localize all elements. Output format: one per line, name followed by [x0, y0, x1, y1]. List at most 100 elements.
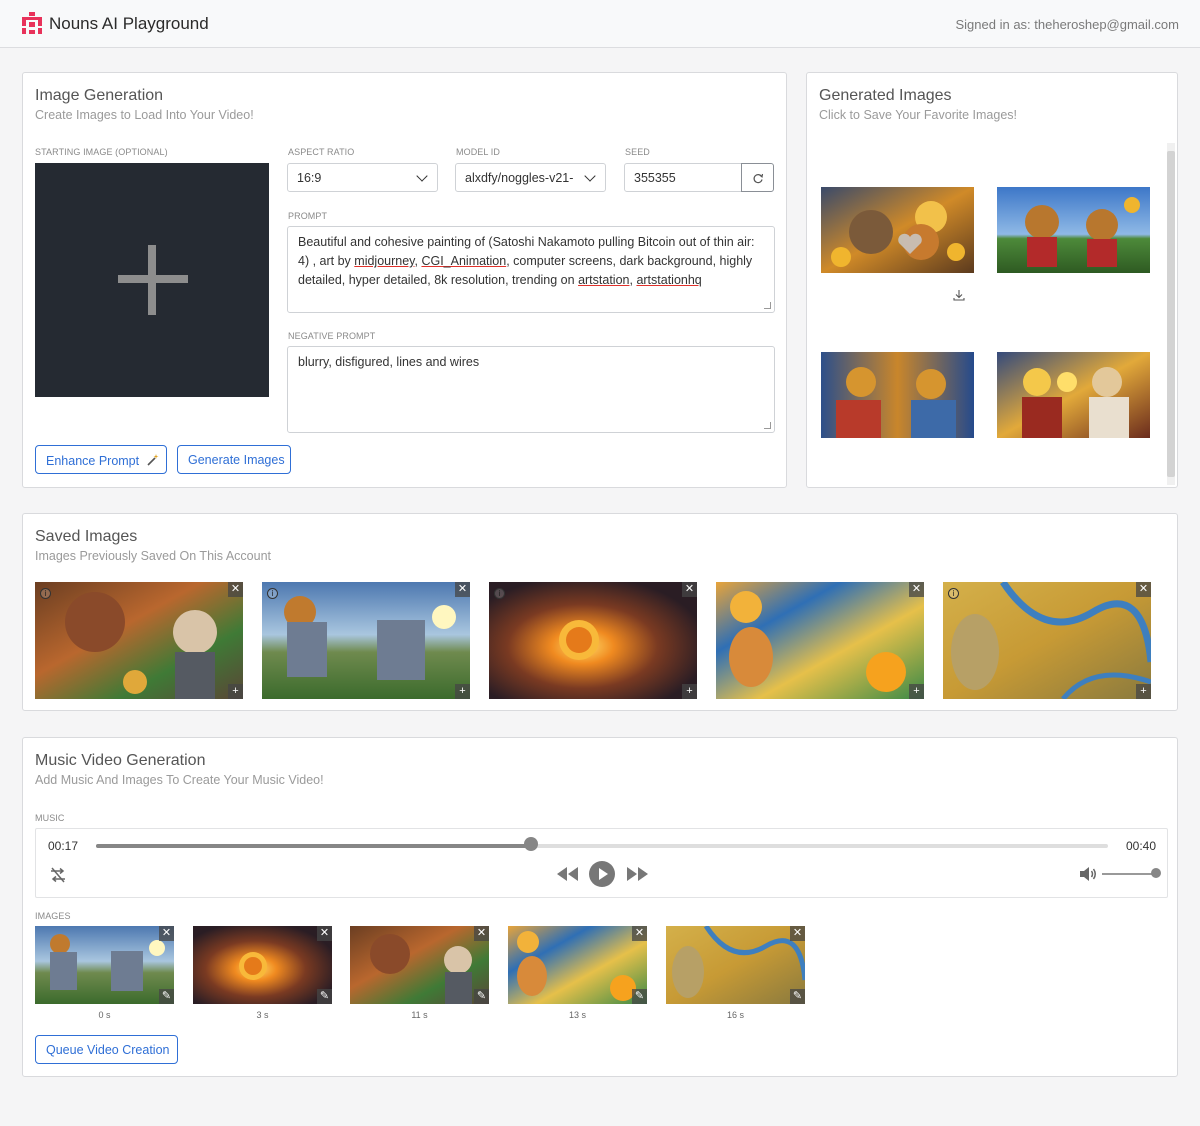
volume-track[interactable] — [1102, 873, 1158, 875]
info-icon[interactable]: i — [40, 588, 51, 599]
saved-image[interactable]: i ✕ + — [489, 582, 697, 699]
refresh-seed-button[interactable] — [741, 163, 774, 192]
saved-image[interactable]: i ✕ + — [262, 582, 470, 699]
video-image-art — [193, 926, 332, 1004]
video-image[interactable]: ✕ ✎ — [35, 926, 174, 1004]
generated-image-art — [821, 187, 974, 273]
close-icon[interactable]: ✕ — [474, 926, 489, 941]
saved-images-card: Saved Images Images Previously Saved On … — [22, 513, 1178, 711]
total-time: 00:40 — [1126, 839, 1157, 853]
negative-prompt-text: blurry, disfigured, lines and wires — [298, 355, 480, 369]
image-time: 3 s — [256, 1010, 269, 1020]
card-subtitle: Images Previously Saved On This Account — [35, 549, 271, 563]
pencil-icon[interactable]: ✎ — [790, 989, 805, 1004]
resize-handle[interactable] — [764, 422, 771, 429]
prompt-text: CGI_Animation — [421, 254, 507, 268]
saved-image[interactable]: ✕ + — [716, 582, 924, 699]
model-id-value: alxdfy/noggles-v21- — [465, 171, 574, 185]
volume-icon[interactable] — [1078, 865, 1098, 883]
progress-knob[interactable] — [524, 837, 539, 851]
aspect-ratio-value: 16:9 — [297, 171, 322, 185]
info-icon[interactable]: i — [494, 588, 505, 599]
prompt-text: artstation — [578, 273, 630, 287]
prompt-label: PROMPT — [288, 211, 328, 221]
image-time: 0 s — [98, 1010, 111, 1020]
shuffle-icon[interactable] — [49, 866, 67, 884]
enhance-prompt-button[interactable]: Enhance Prompt — [35, 445, 167, 474]
nouns-logo-icon[interactable] — [22, 12, 42, 34]
plus-icon[interactable]: + — [455, 684, 470, 699]
pencil-icon[interactable]: ✎ — [317, 989, 332, 1004]
rewind-icon[interactable] — [556, 866, 580, 882]
saved-image[interactable]: i ✕ + — [943, 582, 1151, 699]
generated-image-art — [997, 352, 1150, 438]
image-time: 16 s — [726, 1010, 744, 1020]
starting-image-label: STARTING IMAGE (OPTIONAL) — [35, 147, 168, 157]
generated-image[interactable] — [997, 352, 1150, 438]
close-icon[interactable]: ✕ — [632, 926, 647, 941]
refresh-icon — [753, 173, 764, 184]
volume-knob[interactable] — [1151, 868, 1161, 878]
generated-image-art — [821, 352, 974, 438]
video-image[interactable]: ✕ ✎ — [350, 926, 489, 1004]
plus-icon[interactable]: + — [909, 684, 924, 699]
app-title[interactable]: Nouns AI Playground — [49, 14, 209, 34]
resize-handle[interactable] — [764, 302, 771, 309]
magic-wand-icon — [147, 454, 159, 466]
video-image[interactable]: ✕ ✎ — [193, 926, 332, 1004]
saved-image-art — [262, 582, 470, 699]
pencil-icon[interactable]: ✎ — [632, 989, 647, 1004]
close-icon[interactable]: ✕ — [317, 926, 332, 941]
play-button[interactable] — [589, 861, 615, 887]
enhance-prompt-label: Enhance Prompt — [46, 454, 140, 468]
close-icon[interactable]: ✕ — [1136, 582, 1151, 597]
prompt-text: midjourney — [354, 254, 415, 268]
info-icon[interactable]: i — [948, 588, 959, 599]
aspect-ratio-select[interactable]: 16:9 — [287, 163, 438, 192]
download-icon[interactable] — [952, 288, 966, 302]
saved-image[interactable]: i ✕ + — [35, 582, 243, 699]
plus-icon[interactable]: + — [1136, 684, 1151, 699]
starting-image-dropzone[interactable] — [35, 163, 269, 397]
scrollbar[interactable] — [1167, 143, 1175, 485]
plus-icon[interactable]: + — [228, 684, 243, 699]
generated-image[interactable] — [997, 187, 1150, 273]
video-image-art — [350, 926, 489, 1004]
generated-image-art — [997, 187, 1150, 273]
queue-video-button[interactable]: Queue Video Creation — [35, 1035, 178, 1064]
scrollbar-thumb[interactable] — [1167, 151, 1175, 477]
video-image-art — [508, 926, 647, 1004]
negative-prompt-textarea[interactable]: blurry, disfigured, lines and wires — [287, 346, 775, 433]
generated-images-card: Generated Images Click to Save Your Favo… — [806, 72, 1178, 488]
plus-icon[interactable]: + — [682, 684, 697, 699]
progress-track[interactable] — [96, 844, 1108, 848]
queue-video-label: Queue Video Creation — [46, 1043, 170, 1057]
video-image[interactable]: ✕ ✎ — [508, 926, 647, 1004]
pencil-icon[interactable]: ✎ — [159, 989, 174, 1004]
music-label: MUSIC — [35, 813, 65, 823]
saved-image-art — [716, 582, 924, 699]
close-icon[interactable]: ✕ — [682, 582, 697, 597]
close-icon[interactable]: ✕ — [790, 926, 805, 941]
close-icon[interactable]: ✕ — [455, 582, 470, 597]
saved-image-art — [489, 582, 697, 699]
video-image[interactable]: ✕ ✎ — [666, 926, 805, 1004]
close-icon[interactable]: ✕ — [909, 582, 924, 597]
model-id-select[interactable]: alxdfy/noggles-v21- — [455, 163, 606, 192]
prompt-textarea[interactable]: Beautiful and cohesive painting of (Sato… — [287, 226, 775, 313]
prompt-text: artstationhq — [636, 273, 702, 287]
pencil-icon[interactable]: ✎ — [474, 989, 489, 1004]
close-icon[interactable]: ✕ — [159, 926, 174, 941]
card-title: Music Video Generation — [35, 752, 206, 769]
generated-image[interactable] — [821, 187, 974, 273]
seed-input[interactable]: 355355 — [624, 163, 742, 192]
generate-images-button[interactable]: Generate Images — [177, 445, 291, 474]
images-label: IMAGES — [35, 911, 71, 921]
card-title: Generated Images — [819, 87, 952, 104]
generated-image[interactable] — [821, 352, 974, 438]
fast-forward-icon[interactable] — [625, 866, 649, 882]
info-icon[interactable]: i — [267, 588, 278, 599]
close-icon[interactable]: ✕ — [228, 582, 243, 597]
heart-icon[interactable] — [897, 233, 923, 255]
saved-image-art — [35, 582, 243, 699]
